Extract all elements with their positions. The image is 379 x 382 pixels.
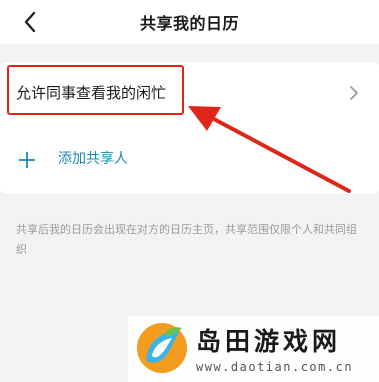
add-share-person-button[interactable]: 添加共享人 xyxy=(0,124,379,194)
top-navigation-bar: 共享我的日历 xyxy=(0,0,379,44)
allow-colleagues-view-row[interactable]: 允许同事查看我的闲忙 xyxy=(0,62,379,124)
allow-colleagues-label: 允许同事查看我的闲忙 xyxy=(16,84,167,102)
page-title: 共享我的日历 xyxy=(139,14,239,33)
share-description-text: 共享后我的日历会出现在对方的日历主页，共享范围仅限个人和共同组织 xyxy=(16,223,357,256)
add-share-person-label: 添加共享人 xyxy=(58,151,128,167)
back-button[interactable] xyxy=(16,8,44,36)
plus-icon xyxy=(19,152,35,168)
chevron-left-icon xyxy=(24,11,36,33)
chevron-right-icon xyxy=(350,86,358,100)
watermark: 岛田游戏网 www.daotian.com.cn xyxy=(128,316,379,382)
daotian-logo-icon xyxy=(137,323,187,373)
watermark-title: 岛田游戏网 xyxy=(196,327,342,356)
watermark-url: www.daotian.com.cn xyxy=(196,360,354,374)
